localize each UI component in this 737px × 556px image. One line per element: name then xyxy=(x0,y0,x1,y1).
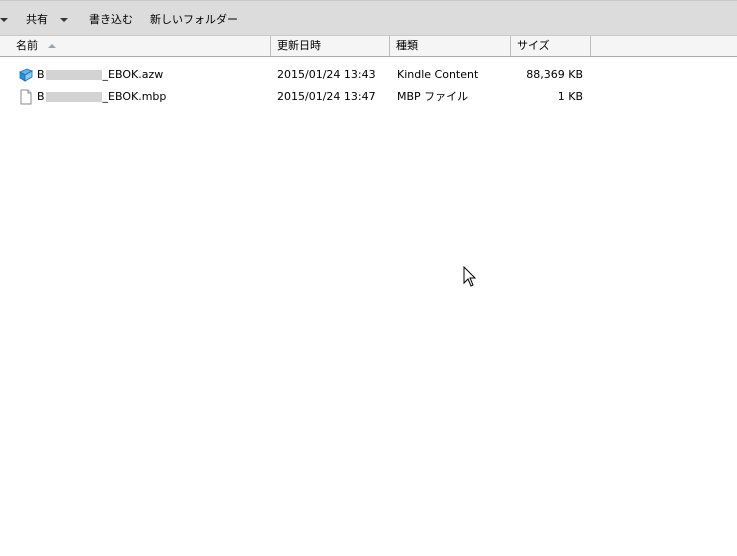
column-type-label: 種類 xyxy=(396,39,418,52)
command-bar: 共有 書き込む 新しいフォルダー xyxy=(0,0,737,36)
burn-button[interactable]: 書き込む xyxy=(89,12,133,28)
column-size[interactable]: サイズ xyxy=(511,36,591,56)
mouse-cursor-icon xyxy=(463,266,477,287)
sort-ascending-icon xyxy=(47,44,56,48)
file-row[interactable]: B _EBOK.azw 2015/01/24 13:43 Kindle Conte… xyxy=(0,64,737,86)
redacted-text xyxy=(45,70,102,80)
kindle-book-icon xyxy=(19,68,33,82)
file-name: B _EBOK.mbp xyxy=(37,90,167,103)
chevron-down-icon xyxy=(59,18,68,22)
column-name-label: 名前 xyxy=(16,39,38,52)
column-name[interactable]: 名前 xyxy=(10,36,270,56)
share-label: 共有 xyxy=(26,13,48,26)
file-type: Kindle Content xyxy=(397,68,479,81)
file-type: MBP ファイル xyxy=(397,90,469,103)
file-row[interactable]: B _EBOK.mbp 2015/01/24 13:47 MBP ファイル 1 K… xyxy=(0,86,737,108)
column-divider[interactable] xyxy=(590,36,591,56)
redacted-text xyxy=(45,92,102,102)
organize-dropdown-arrow[interactable] xyxy=(0,12,8,28)
new-folder-button[interactable]: 新しいフォルダー xyxy=(150,12,238,28)
file-size: 88,369 KB xyxy=(526,68,583,81)
blank-file-icon xyxy=(20,89,32,105)
column-date-modified[interactable]: 更新日時 xyxy=(271,36,389,56)
share-button[interactable]: 共有 xyxy=(26,12,68,28)
column-date-label: 更新日時 xyxy=(277,39,321,52)
file-name: B _EBOK.azw xyxy=(37,68,164,81)
column-size-label: サイズ xyxy=(517,39,550,52)
column-header: 名前 更新日時 種類 サイズ xyxy=(0,36,737,57)
file-date: 2015/01/24 13:47 xyxy=(277,90,376,103)
column-type[interactable]: 種類 xyxy=(390,36,510,56)
file-date: 2015/01/24 13:43 xyxy=(277,68,376,81)
file-size: 1 KB xyxy=(557,90,583,103)
